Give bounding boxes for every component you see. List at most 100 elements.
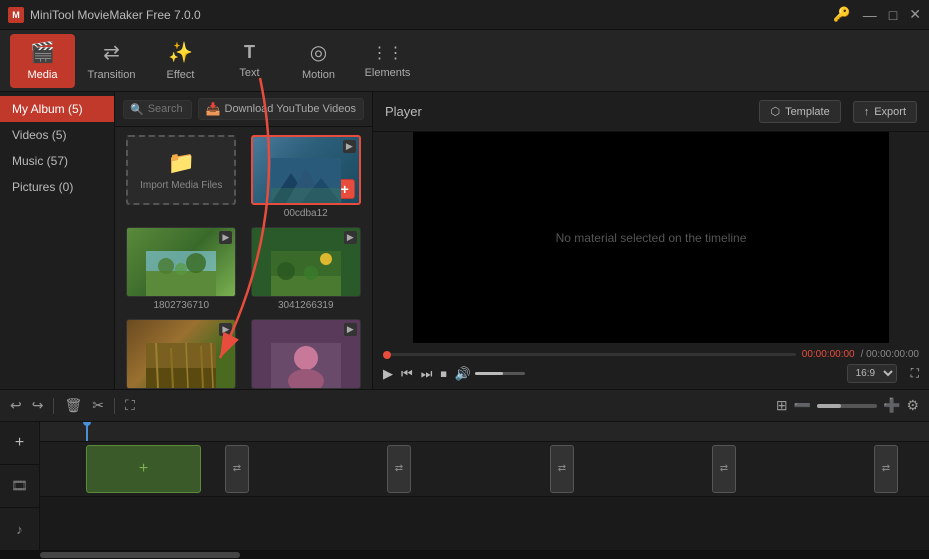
timeline-toolbar: ↩ ↪ 🗑 ✂ ⛶ ⊞ ➖ ➕ ⚙: [0, 390, 929, 422]
media-thumb-1802736710[interactable]: ▶: [126, 227, 236, 297]
next-frame-button[interactable]: ⏭: [421, 366, 433, 382]
restore-button[interactable]: □: [889, 7, 897, 23]
sidebar-item-album[interactable]: My Album (5): [0, 96, 114, 122]
transition-clip[interactable]: ⇄: [225, 445, 249, 493]
export-button[interactable]: ↑ Export: [853, 101, 917, 123]
add-clip-icon[interactable]: +: [139, 460, 148, 478]
main-toolbar: 🎬 Media ⇄ Transition ✨ Effect T Text ◎ M…: [0, 30, 929, 92]
zoom-slider[interactable]: [817, 404, 877, 408]
volume-bar[interactable]: [475, 372, 525, 375]
app-icon: M: [8, 7, 24, 23]
progress-handle[interactable]: [383, 351, 391, 359]
template-button[interactable]: ⬡ Template: [759, 100, 840, 123]
toolbar-item-text[interactable]: T Text: [217, 34, 282, 88]
import-thumb[interactable]: 📁 Import Media Files: [126, 135, 236, 205]
sidebar: My Album (5) Videos (5) Music (57) Pictu…: [0, 92, 115, 389]
video-badge: ▶: [344, 323, 357, 336]
search-wrap[interactable]: 🔍: [123, 100, 192, 119]
toolbar-label-motion: Motion: [302, 69, 335, 81]
elements-icon: ⋮⋮: [372, 43, 404, 63]
settings-button[interactable]: ⚙: [906, 397, 919, 414]
zoom-in-button[interactable]: ➕: [883, 397, 900, 414]
media-thumb-00cdba12[interactable]: ▶ +: [251, 135, 361, 205]
toolbar-label-transition: Transition: [88, 69, 136, 81]
list-item[interactable]: 📁 Import Media Files: [123, 135, 240, 219]
video-badge: ▶: [343, 140, 356, 153]
split-icon[interactable]: ⊞: [776, 397, 788, 414]
sidebar-item-music[interactable]: Music (57): [0, 148, 114, 174]
sidebar-item-pictures[interactable]: Pictures (0): [0, 174, 114, 200]
transition-clip[interactable]: ⇄: [712, 445, 736, 493]
progress-bar[interactable]: [383, 353, 796, 356]
timeline-content: + ⇄ ⇄ ⇄ ⇄ ⇄: [40, 422, 929, 551]
volume-control[interactable]: 🔊: [455, 366, 525, 382]
player-panel: Player ⬡ Template ↑ Export No material s…: [373, 92, 929, 389]
undo-button[interactable]: ↩: [10, 397, 22, 414]
add-track-button[interactable]: +: [0, 422, 39, 465]
minimize-icon[interactable]: 🔑: [833, 6, 850, 23]
effect-icon: ✨: [168, 40, 193, 65]
film-icon: 🎞: [11, 478, 28, 494]
aspect-ratio-select[interactable]: 16:9 9:16 1:1 4:3: [847, 364, 897, 383]
timecode: 00:00:00:00: [802, 349, 855, 360]
no-material-text: No material selected on the timeline: [556, 231, 747, 245]
video-badge: ▶: [344, 231, 357, 244]
media-thumb-3041266319[interactable]: ▶: [251, 227, 361, 297]
search-input[interactable]: [148, 103, 185, 115]
play-button[interactable]: ▶: [383, 366, 393, 382]
timeline-ruler: [40, 422, 929, 442]
transition-clip[interactable]: ⇄: [550, 445, 574, 493]
player-title: Player: [385, 104, 747, 119]
toolbar-item-motion[interactable]: ◎ Motion: [286, 34, 351, 88]
list-item[interactable]: ▶ Reeds - 152740: [123, 319, 240, 389]
prev-frame-button[interactable]: ⏮: [401, 366, 413, 382]
audio-track[interactable]: [40, 497, 929, 552]
player-controls: 00:00:00:00 / 00:00:00:00 ▶ ⏮ ⏭ ⏹ 🔊 16:9…: [373, 343, 929, 389]
folder-icon: 📁: [168, 150, 195, 176]
media-label: 1802736710: [153, 300, 209, 311]
playhead[interactable]: [86, 422, 88, 441]
sidebar-item-videos[interactable]: Videos (5): [0, 122, 114, 148]
fullscreen-button[interactable]: ⛶: [911, 366, 919, 381]
playhead-dot: [83, 422, 91, 426]
media-thumb-woman[interactable]: ▶: [251, 319, 361, 389]
playback-controls: ▶ ⏮ ⏭ ⏹ 🔊 16:9 9:16 1:1 4:3 ⛶: [383, 364, 919, 383]
video-track-icon: 🎞: [0, 465, 39, 508]
timeline-scrollbar-thumb[interactable]: [40, 552, 240, 558]
list-item[interactable]: ▶ 1802736710: [123, 227, 240, 311]
toolbar-label-text: Text: [239, 67, 259, 79]
transition-clip[interactable]: ⇄: [387, 445, 411, 493]
video-track[interactable]: + ⇄ ⇄ ⇄ ⇄ ⇄: [40, 442, 929, 497]
timeline-scrollbar-area[interactable]: [0, 551, 929, 559]
toolbar-label-effect: Effect: [167, 69, 195, 81]
video-badge: ▶: [219, 231, 232, 244]
text-icon: T: [244, 42, 255, 63]
music-icon: ♪: [16, 522, 23, 537]
toolbar-item-transition[interactable]: ⇄ Transition: [79, 34, 144, 88]
download-youtube-button[interactable]: 📥 Download YouTube Videos: [198, 98, 364, 120]
close-button[interactable]: ✕: [909, 6, 921, 23]
volume-icon[interactable]: 🔊: [455, 366, 471, 382]
list-item[interactable]: ▶ 3041266319: [248, 227, 365, 311]
video-clip[interactable]: +: [86, 445, 201, 493]
crop-button[interactable]: ⛶: [125, 397, 135, 414]
window-controls[interactable]: 🔑 — □ ✕: [833, 6, 921, 23]
list-item[interactable]: ▶ + 00cdba12: [248, 135, 365, 219]
toolbar-item-media[interactable]: 🎬 Media: [10, 34, 75, 88]
minimize-button[interactable]: —: [863, 7, 877, 23]
media-thumb-reeds[interactable]: ▶: [126, 319, 236, 389]
toolbar-item-elements[interactable]: ⋮⋮ Elements: [355, 34, 420, 88]
toolbar-item-effect[interactable]: ✨ Effect: [148, 34, 213, 88]
transition-clip[interactable]: ⇄: [874, 445, 898, 493]
titlebar: M MiniTool MovieMaker Free 7.0.0 🔑 — □ ✕: [0, 0, 929, 30]
redo-button[interactable]: ↪: [32, 397, 44, 414]
timeline: ↩ ↪ 🗑 ✂ ⛶ ⊞ ➖ ➕ ⚙ + 🎞 ♪: [0, 389, 929, 559]
list-item[interactable]: ▶ Woman - 58142: [248, 319, 365, 389]
delete-button[interactable]: 🗑: [64, 397, 82, 414]
zoom-out-button[interactable]: ➖: [794, 397, 811, 414]
export-icon: ↑: [864, 106, 870, 118]
timecode-total: / 00:00:00:00: [861, 349, 919, 360]
cut-button[interactable]: ✂: [92, 397, 104, 414]
zoom-fill: [817, 404, 841, 408]
stop-button[interactable]: ⏹: [440, 366, 447, 382]
